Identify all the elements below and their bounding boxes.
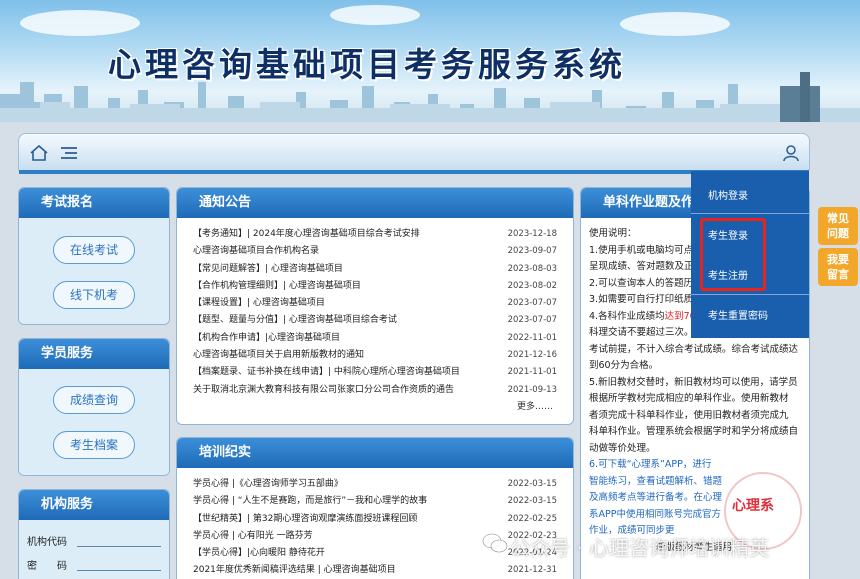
org-code-label: 机构代码 bbox=[27, 536, 67, 548]
user-icon[interactable] bbox=[781, 143, 801, 163]
student-service-panel: 学员服务 成绩查询 考生档案 bbox=[18, 338, 170, 476]
notice-panel-title: 通知公告 bbox=[177, 188, 573, 218]
notice-item[interactable]: 【机构合作申请】|心理咨询基础项目 2022-11-01 bbox=[177, 330, 573, 347]
student-archive-button[interactable]: 考生档案 bbox=[53, 431, 135, 459]
exam-registration-panel: 考试报名 在线考试 线下机考 bbox=[18, 187, 170, 325]
notice-item[interactable]: 【课程设置】| 心理咨询基础项目 2023-07-07 bbox=[177, 295, 573, 312]
offline-exam-button[interactable]: 线下机考 bbox=[53, 281, 135, 309]
notice-item[interactable]: 【档案题录、证书补换在线申请】| 中科院心理所心理咨询基础项目 2021-11-0… bbox=[177, 364, 573, 381]
top-nav-bar bbox=[18, 133, 810, 174]
system-title: 心理咨询基础项目考务服务系统 bbox=[108, 45, 626, 84]
header-banner: 心理咨询基础项目考务服务系统 bbox=[0, 0, 860, 122]
dropdown-divider bbox=[691, 294, 809, 295]
org-code-input[interactable] bbox=[77, 533, 161, 547]
message-float-button[interactable]: 我要留言 bbox=[818, 248, 858, 286]
dropdown-divider bbox=[691, 213, 809, 214]
xinlixi-logo-text: 心理系 bbox=[732, 498, 774, 514]
notice-item[interactable]: 【合作机构管理细则】| 心理咨询基础项目 2023-08-02 bbox=[177, 278, 573, 295]
training-item[interactable]: 【世纪精英】| 第32期心理咨询观摩演练面授班课程回顾 2022-02-25 bbox=[177, 511, 573, 528]
home-icon[interactable] bbox=[29, 143, 49, 163]
faq-float-button[interactable]: 常见问题 bbox=[818, 207, 858, 245]
faq-float-label: 常见问题 bbox=[827, 212, 849, 240]
org-panel-title: 机构服务 bbox=[19, 490, 169, 520]
org-service-panel: 机构服务 机构代码 密 码 bbox=[18, 489, 170, 579]
student-panel-title: 学员服务 bbox=[19, 339, 169, 369]
online-exam-button[interactable]: 在线考试 bbox=[53, 236, 135, 264]
notice-item[interactable]: 【常见问题解答】| 心理咨询基础项目 2023-08-03 bbox=[177, 261, 573, 278]
org-password-input[interactable] bbox=[77, 557, 161, 571]
notice-item[interactable]: 心理咨询基础项目关于启用新版教材的通知 2021-12-16 bbox=[177, 347, 573, 364]
training-item[interactable]: 2021年度优秀新闻稿评选结果 | 心理咨询基础项目 2021-12-31 bbox=[177, 562, 573, 579]
training-item[interactable]: 学员心得 | “人生不是赛跑，而是旅行”－我和心理学的故事 2022-03-15 bbox=[177, 493, 573, 510]
watermark-text: 公众号 · 心理咨询师培训精英 bbox=[510, 536, 770, 560]
cloud-decoration bbox=[20, 10, 140, 36]
reset-password-item[interactable]: 考生重置密码 bbox=[691, 307, 809, 322]
cloud-decoration bbox=[330, 5, 420, 25]
training-panel-title: 培训纪实 bbox=[177, 438, 573, 468]
exam-panel-title: 考试报名 bbox=[19, 188, 169, 218]
org-password-label: 密 码 bbox=[27, 560, 67, 572]
highlight-box bbox=[700, 218, 766, 291]
notice-item[interactable]: 【考务通知】| 2024年度心理咨询基础项目综合考试安排 2023-12-18 bbox=[177, 226, 573, 243]
training-list: 学员心得 |《心理咨询师学习五部曲》 2022-03-15 学员心得 | “人生不… bbox=[177, 468, 573, 579]
notice-list: 【考务通知】| 2024年度心理咨询基础项目综合考试安排 2023-12-18 心… bbox=[177, 218, 573, 415]
notice-panel: 通知公告 【考务通知】| 2024年度心理咨询基础项目综合考试安排 2023-12… bbox=[176, 187, 574, 425]
wechat-icon bbox=[482, 533, 508, 553]
training-item[interactable]: 学员心得 |《心理咨询师学习五部曲》 2022-03-15 bbox=[177, 476, 573, 493]
cloud-decoration bbox=[620, 12, 730, 36]
notice-more-link[interactable]: 更多…… bbox=[177, 399, 573, 415]
notice-item[interactable]: 【题型、题量与分值】| 心理咨询基础项目综合考试 2023-07-07 bbox=[177, 312, 573, 329]
notice-item[interactable]: 关于取消北京渊大教育科技有限公司张家口分公司合作资质的通告 2021-09-13 bbox=[177, 382, 573, 399]
message-float-label: 我要留言 bbox=[827, 253, 849, 281]
notice-item[interactable]: 心理咨询基础项目合作机构名录 2023-09-07 bbox=[177, 243, 573, 260]
menu-icon[interactable] bbox=[59, 143, 79, 163]
score-query-button[interactable]: 成绩查询 bbox=[53, 386, 135, 414]
org-login-item[interactable]: 机构登录 bbox=[691, 187, 809, 202]
